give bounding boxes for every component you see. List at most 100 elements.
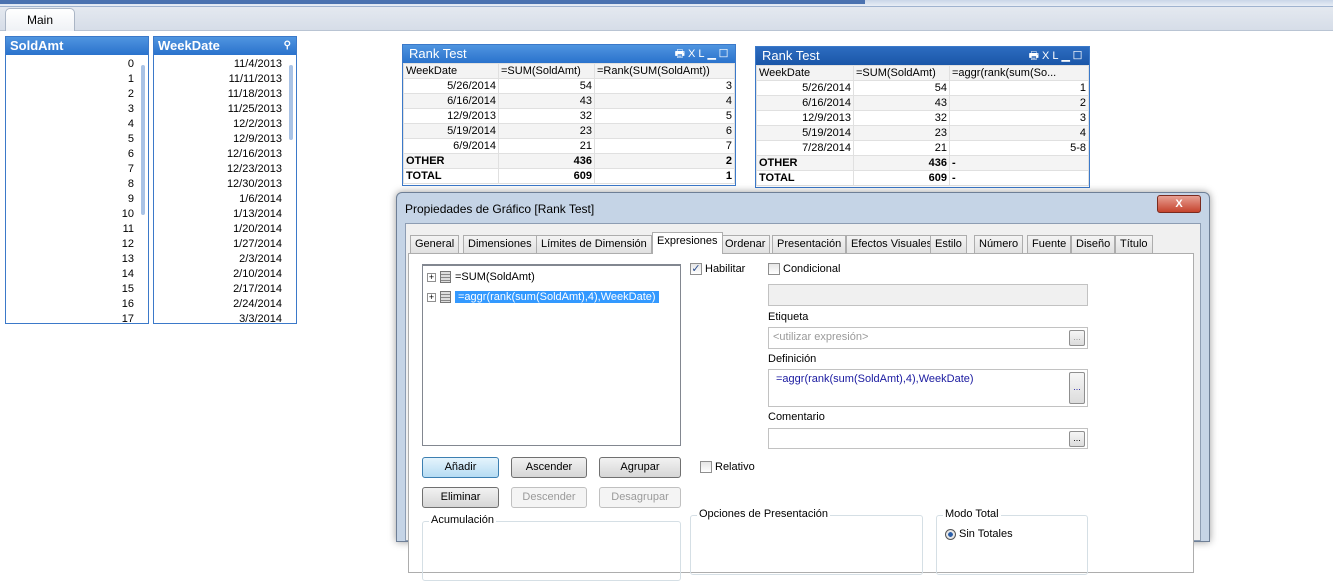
close-button[interactable]: X xyxy=(1157,195,1201,213)
table-cell[interactable]: 43 xyxy=(498,93,595,109)
listbox-item[interactable]: 14 xyxy=(6,267,148,282)
group-button[interactable]: Agrupar xyxy=(599,457,681,478)
listbox-item[interactable]: 12/23/2013 xyxy=(154,162,296,177)
listbox-item[interactable]: 12/2/2013 xyxy=(154,117,296,132)
move-down-button[interactable]: Descender xyxy=(511,487,587,508)
listbox-item[interactable]: 1/27/2014 xyxy=(154,237,296,252)
scrollbar[interactable] xyxy=(289,59,294,319)
table-cell[interactable]: 6/9/2014 xyxy=(403,138,499,154)
table-cell[interactable]: 2 xyxy=(949,95,1089,111)
table-cell[interactable]: 54 xyxy=(498,78,595,94)
listbox-item[interactable]: 12/9/2013 xyxy=(154,132,296,147)
listbox-item[interactable]: 6 xyxy=(6,147,148,162)
move-up-button[interactable]: Ascender xyxy=(511,457,587,478)
table-cell[interactable]: 32 xyxy=(853,110,950,126)
excel-icon[interactable]: XL xyxy=(688,48,707,60)
table-cell[interactable]: 54 xyxy=(853,80,950,96)
listbox-soldamt[interactable]: SoldAmt 0 1 2 3 4 5 6 7 8 9 10 11 12 13 14 15 16 17 xyxy=(5,36,149,327)
listbox-item[interactable]: 11/25/2013 xyxy=(154,102,296,117)
table-cell[interactable]: 5 xyxy=(594,108,735,124)
ungroup-button[interactable]: Desagrupar xyxy=(599,487,681,508)
tab-3[interactable]: Expresiones xyxy=(652,232,723,254)
table-cell[interactable]: 6 xyxy=(594,123,735,139)
condicional-checkbox[interactable]: Condicional xyxy=(768,263,840,276)
listbox-item[interactable]: 12/16/2013 xyxy=(154,147,296,162)
listbox-item[interactable]: 2 xyxy=(6,87,148,102)
tab-1[interactable]: Dimensiones xyxy=(463,235,537,253)
tab-8[interactable]: Número xyxy=(974,235,1024,253)
table-cell[interactable]: 21 xyxy=(853,140,950,156)
etiqueta-edit-button[interactable]: ... xyxy=(1069,330,1085,346)
listbox-item[interactable]: 13 xyxy=(6,252,148,267)
column-header[interactable]: =Rank(SUM(SoldAmt)) xyxy=(594,63,735,79)
table-cell[interactable]: 5-8 xyxy=(949,140,1089,156)
comentario-input[interactable]: ... xyxy=(768,428,1088,449)
listbox-item[interactable]: 1/6/2014 xyxy=(154,192,296,207)
listbox-item[interactable]: 2/3/2014 xyxy=(154,252,296,267)
listbox-item[interactable]: 11/18/2013 xyxy=(154,87,296,102)
listbox-item[interactable]: 4 xyxy=(6,117,148,132)
table-cell[interactable]: 7 xyxy=(594,138,735,154)
listbox-item[interactable]: 16 xyxy=(6,297,148,312)
definicion-input[interactable]: =aggr(rank(sum(SoldAmt),4),WeekDate)... xyxy=(768,369,1088,407)
listbox-item[interactable]: 10 xyxy=(6,207,148,222)
tab-4[interactable]: Ordenar xyxy=(720,235,771,253)
maximize-icon[interactable]: ☐ xyxy=(1073,50,1085,62)
listbox-item[interactable]: 17 xyxy=(6,312,148,327)
table-cell[interactable]: - xyxy=(949,170,1089,186)
table-cell[interactable]: 5/19/2014 xyxy=(756,125,854,141)
tab-5[interactable]: Presentación xyxy=(772,235,847,253)
column-header[interactable]: =aggr(rank(sum(So... xyxy=(949,65,1089,81)
table-cell[interactable]: 609 xyxy=(498,168,595,184)
table-cell[interactable]: 32 xyxy=(498,108,595,124)
table-cell[interactable]: 23 xyxy=(498,123,595,139)
maximize-icon[interactable]: ☐ xyxy=(719,48,731,60)
listbox-item[interactable]: 15 xyxy=(6,282,148,297)
table-cell[interactable]: 4 xyxy=(949,125,1089,141)
expression-list[interactable]: + =SUM(SoldAmt) + =aggr(rank(sum(SoldAmt),… xyxy=(422,264,681,446)
print-icon[interactable]: 🖶 xyxy=(1029,50,1042,62)
table-cell[interactable]: 23 xyxy=(853,125,950,141)
table-cell[interactable]: 6/16/2014 xyxy=(756,95,854,111)
listbox-item[interactable]: 1 xyxy=(6,72,148,87)
tab-7[interactable]: Estilo xyxy=(930,235,967,253)
definicion-edit-button[interactable]: ... xyxy=(1069,372,1085,404)
table-cell[interactable]: 7/28/2014 xyxy=(756,140,854,156)
listbox-item[interactable]: 3/3/2014 xyxy=(154,312,296,327)
table-cell[interactable]: - xyxy=(949,155,1089,171)
listbox-item[interactable]: 12/30/2013 xyxy=(154,177,296,192)
listbox-item[interactable]: 8 xyxy=(6,177,148,192)
listbox-item[interactable]: 11 xyxy=(6,222,148,237)
column-header[interactable]: WeekDate xyxy=(756,65,854,81)
table-cell[interactable]: 4 xyxy=(594,93,735,109)
table-cell[interactable]: 21 xyxy=(498,138,595,154)
excel-icon[interactable]: XL xyxy=(1042,50,1061,62)
rank-test-table-2[interactable]: Rank Test 🖶XL▁☐ WeekDate =SUM(SoldAmt) =agg… xyxy=(755,46,1090,188)
tab-0[interactable]: General xyxy=(410,235,460,253)
listbox-item[interactable]: 3 xyxy=(6,102,148,117)
print-icon[interactable]: 🖶 xyxy=(675,48,688,60)
column-header[interactable]: =SUM(SoldAmt) xyxy=(498,63,595,79)
tab-2[interactable]: Límites de Dimensión xyxy=(536,235,652,253)
add-button[interactable]: Añadir xyxy=(422,457,499,478)
table-cell[interactable]: 436 xyxy=(853,155,950,171)
tab-6[interactable]: Efectos Visuales xyxy=(846,235,938,253)
table-cell[interactable]: 12/9/2013 xyxy=(756,110,854,126)
delete-button[interactable]: Eliminar xyxy=(422,487,499,508)
listbox-item[interactable]: 2/24/2014 xyxy=(154,297,296,312)
listbox-item[interactable]: 12 xyxy=(6,237,148,252)
minimize-icon[interactable]: ▁ xyxy=(708,48,719,60)
comentario-edit-button[interactable]: ... xyxy=(1069,431,1085,447)
listbox-item[interactable]: 1/20/2014 xyxy=(154,222,296,237)
search-icon[interactable]: ⚲ xyxy=(284,37,291,55)
listbox-item[interactable]: 7 xyxy=(6,162,148,177)
table-cell[interactable]: OTHER xyxy=(403,153,499,169)
table-cell[interactable]: 3 xyxy=(949,110,1089,126)
table-cell[interactable]: 609 xyxy=(853,170,950,186)
expression-item[interactable]: + =SUM(SoldAmt) xyxy=(423,268,680,287)
listbox-item[interactable]: 11/11/2013 xyxy=(154,72,296,87)
listbox-weekdate[interactable]: WeekDate ⚲ 11/4/2013 11/11/2013 11/18/2013 1… xyxy=(153,36,297,327)
table-cell[interactable]: OTHER xyxy=(756,155,854,171)
habilitar-checkbox[interactable]: ✓ Habilitar xyxy=(690,263,745,276)
listbox-item[interactable]: 2/17/2014 xyxy=(154,282,296,297)
